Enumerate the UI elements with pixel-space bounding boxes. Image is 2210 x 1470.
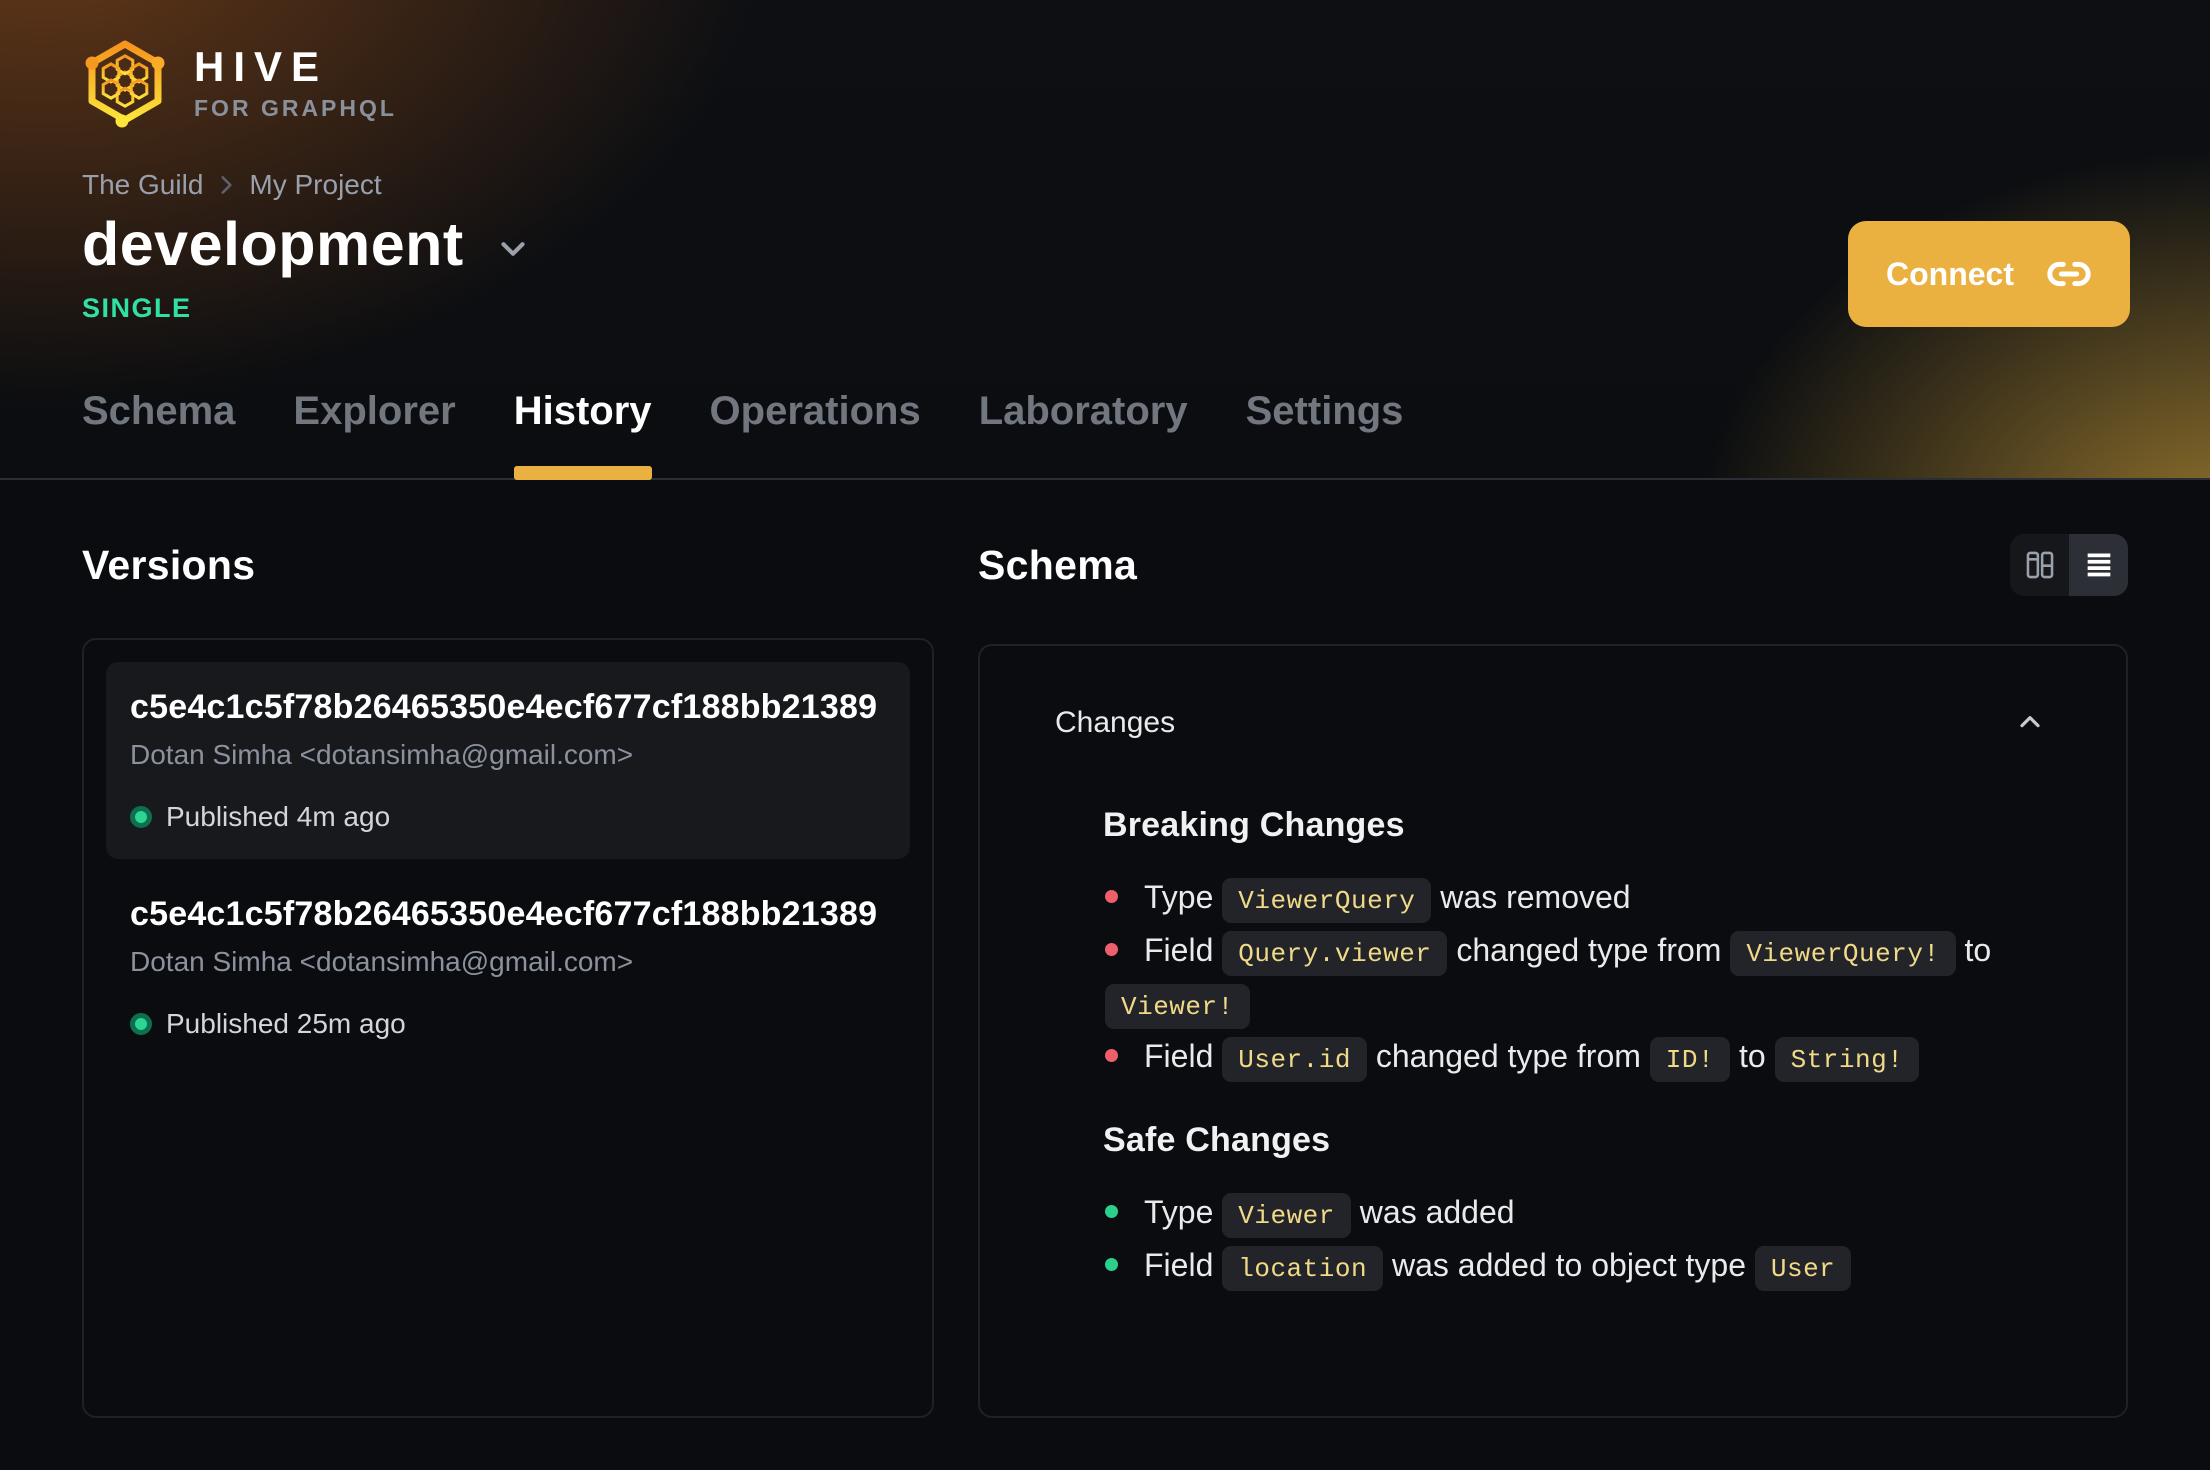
change-item: Type ViewerQuery was removed (1105, 871, 2046, 924)
change-text: Field (1144, 932, 1223, 968)
chevron-up-icon[interactable] (2014, 707, 2046, 739)
tab-laboratory[interactable]: Laboratory (979, 389, 1188, 478)
code-chip: User.id (1222, 1037, 1367, 1082)
logo-row: HIVE FOR GRAPHQL (82, 36, 2128, 130)
tab-schema[interactable]: Schema (82, 389, 235, 478)
hive-logo-icon[interactable] (82, 36, 168, 130)
versions-title: Versions (82, 541, 256, 588)
schema-header: Schema (978, 534, 2128, 596)
columns-view-button[interactable] (2010, 534, 2069, 596)
versions-list: c5e4c1c5f78b26465350e4ecf677cf188bb21389… (82, 638, 934, 1418)
change-text: Type (1144, 879, 1223, 915)
change-text: Field (1144, 1247, 1223, 1283)
change-text: was added to object type (1383, 1247, 1755, 1283)
version-hash: c5e4c1c5f78b26465350e4ecf677cf188bb21389 (130, 895, 878, 933)
versions-header: Versions (82, 534, 934, 596)
code-chip: ViewerQuery (1222, 878, 1432, 923)
main-content: Versions c5e4c1c5f78b26465350e4ecf677cf1… (0, 480, 2210, 1418)
version-author: Dotan Simha <dotansimha@gmail.com> (130, 739, 634, 770)
logo-text: HIVE FOR GRAPHQL (194, 46, 397, 120)
brand-tagline: FOR GRAPHQL (194, 95, 397, 121)
changes-panel: Changes Breaking Changes Type ViewerQuery… (978, 644, 2128, 1418)
version-author: Dotan Simha <dotansimha@gmail.com> (130, 946, 634, 977)
schema-section: Schema Changes Breaking Changes Type Vie… (978, 534, 2128, 1418)
changes-collapse-header[interactable]: Changes (1055, 706, 2046, 740)
tab-explorer[interactable]: Explorer (293, 389, 455, 478)
schema-title: Schema (978, 541, 1138, 588)
changes-section-safe: Safe Changes Type Viewer was added Field l… (1103, 1121, 2046, 1292)
code-chip: ID! (1649, 1037, 1731, 1082)
change-text: Field (1144, 1038, 1223, 1074)
section-title-breaking: Breaking Changes (1103, 806, 1405, 844)
bullet-icon (1105, 943, 1118, 957)
code-chip: User (1754, 1246, 1852, 1291)
list-view-button[interactable] (2069, 534, 2128, 596)
tab-bar: Schema Explorer History Operations Laborator… (82, 389, 1404, 480)
chevron-right-icon (221, 176, 233, 194)
page-title: development (82, 210, 464, 278)
bullet-icon (1105, 890, 1118, 904)
columns-view-icon (2026, 551, 2053, 579)
connect-button[interactable]: Connect (1848, 221, 2130, 327)
version-status: Published 4m ago (130, 801, 886, 833)
change-list-breaking: Type ViewerQuery was removed Field Query.… (1103, 871, 2046, 1083)
breadcrumb: The Guild My Project (82, 168, 2128, 202)
list-view-icon (2087, 553, 2110, 577)
status-badge: SINGLE (82, 293, 192, 323)
connect-label: Connect (1886, 255, 2014, 292)
change-list-safe: Type Viewer was added Field location was … (1103, 1186, 2046, 1292)
code-chip: String! (1774, 1037, 1920, 1082)
versions-section: Versions c5e4c1c5f78b26465350e4ecf677cf1… (82, 534, 934, 1418)
bullet-icon (1105, 1205, 1118, 1219)
bullet-icon (1105, 1258, 1118, 1272)
code-chip: Query.viewer (1222, 931, 1448, 976)
link-icon (2047, 261, 2091, 287)
change-text: to (1955, 932, 1992, 968)
breadcrumb-item[interactable]: My Project (249, 169, 381, 201)
title-row: development (82, 208, 2128, 280)
section-title-safe: Safe Changes (1103, 1121, 1331, 1159)
version-status: Published 25m ago (130, 1008, 886, 1040)
app-header: HIVE FOR GRAPHQL The Guild My Project dev… (0, 0, 2210, 480)
version-status-text: Published 4m ago (166, 801, 391, 832)
chevron-down-icon[interactable] (494, 230, 532, 268)
bullet-icon (1105, 1049, 1118, 1063)
change-text: Type (1144, 1194, 1223, 1230)
change-item: Field location was added to object type … (1105, 1239, 2046, 1292)
change-text: changed type from (1447, 932, 1731, 968)
tab-history[interactable]: History (513, 389, 652, 480)
change-item: Type Viewer was added (1105, 1186, 2046, 1239)
changes-section-breaking: Breaking Changes Type ViewerQuery was rem… (1103, 806, 2046, 1083)
change-text: to (1730, 1038, 1775, 1074)
version-item[interactable]: c5e4c1c5f78b26465350e4ecf677cf188bb21389… (106, 662, 910, 859)
tab-settings[interactable]: Settings (1246, 389, 1404, 478)
change-sections: Breaking Changes Type ViewerQuery was rem… (1103, 806, 2046, 1292)
code-chip: location (1222, 1246, 1384, 1291)
changes-label: Changes (1055, 706, 1176, 739)
view-toggle (2010, 534, 2128, 596)
change-text: was removed (1431, 879, 1631, 915)
change-item: Field User.id changed type from ID! to S… (1105, 1030, 2046, 1083)
breadcrumb-item[interactable]: The Guild (82, 169, 203, 201)
code-chip: ViewerQuery! (1730, 931, 1956, 976)
published-dot-icon (130, 1013, 152, 1035)
version-hash: c5e4c1c5f78b26465350e4ecf677cf188bb21389 (130, 688, 878, 726)
version-status-text: Published 25m ago (166, 1008, 406, 1039)
published-dot-icon (130, 806, 152, 828)
brand-name: HIVE (194, 43, 329, 90)
change-item: Field Query.viewer changed type from Vie… (1105, 924, 2046, 1030)
code-chip: Viewer! (1105, 984, 1250, 1029)
tab-operations[interactable]: Operations (710, 389, 921, 478)
code-chip: Viewer (1222, 1193, 1351, 1238)
change-text: was added (1350, 1194, 1515, 1230)
version-item[interactable]: c5e4c1c5f78b26465350e4ecf677cf188bb21389… (106, 869, 910, 1066)
change-text: changed type from (1366, 1038, 1650, 1074)
